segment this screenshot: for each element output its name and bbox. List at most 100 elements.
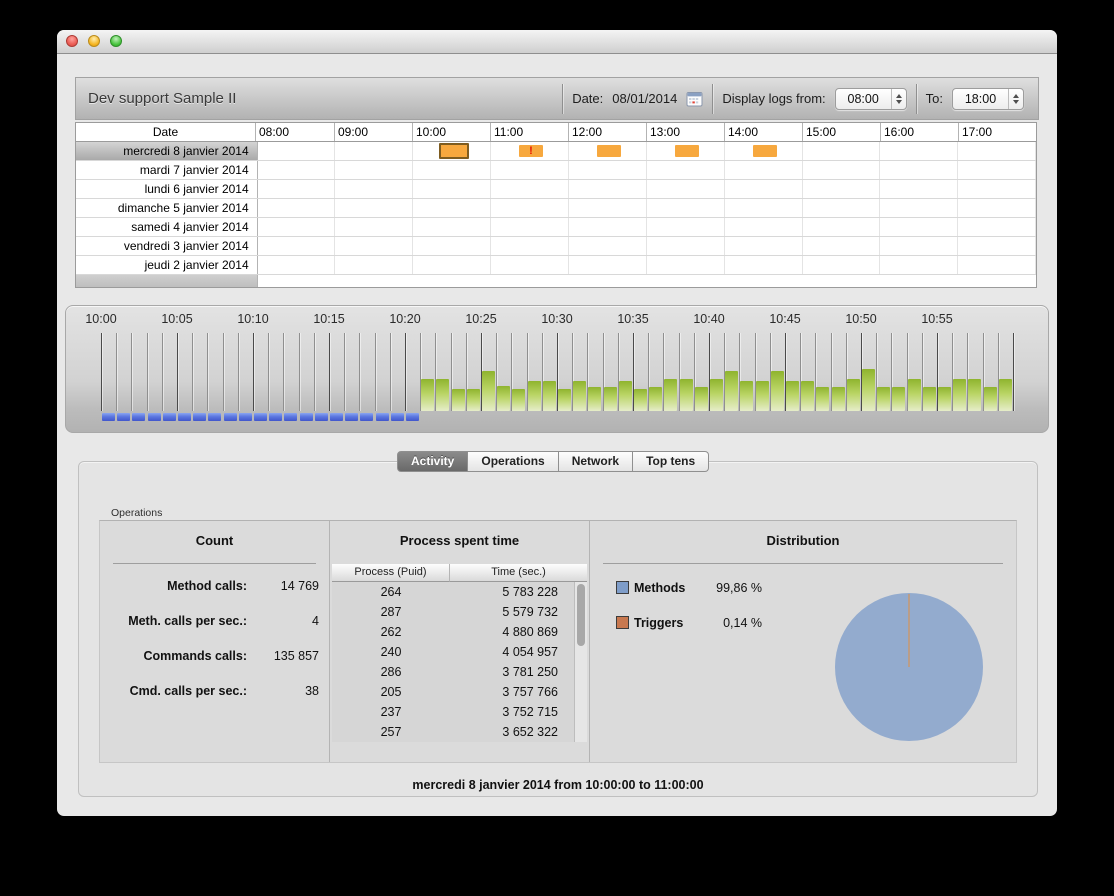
activity-bar[interactable] xyxy=(680,379,693,411)
hour-cell[interactable] xyxy=(335,218,413,236)
hour-header[interactable]: 10:00 xyxy=(412,123,490,141)
hour-cell[interactable] xyxy=(803,161,881,179)
activity-bar[interactable] xyxy=(634,389,647,411)
hour-cell[interactable] xyxy=(803,237,881,255)
hour-cell[interactable] xyxy=(647,180,725,198)
day-row[interactable]: jeudi 2 janvier 2014 xyxy=(76,256,1036,275)
process-row[interactable]: 2863 781 250 xyxy=(332,662,574,682)
hour-cell[interactable] xyxy=(413,199,491,217)
activity-bar[interactable] xyxy=(862,369,875,411)
log-marker[interactable] xyxy=(439,143,469,159)
hour-cell[interactable] xyxy=(569,218,647,236)
hour-cell[interactable] xyxy=(258,142,336,160)
day-row-date[interactable]: jeudi 2 janvier 2014 xyxy=(76,256,258,274)
activity-bar[interactable] xyxy=(786,381,799,411)
activity-bar[interactable] xyxy=(573,381,586,411)
idle-bar[interactable] xyxy=(163,413,176,421)
activity-bar[interactable] xyxy=(832,387,845,411)
day-row-date[interactable]: vendredi 3 janvier 2014 xyxy=(76,237,258,255)
hour-cell[interactable] xyxy=(491,256,569,274)
minimize-button[interactable] xyxy=(88,35,100,47)
hour-cell[interactable] xyxy=(803,199,881,217)
activity-bar[interactable] xyxy=(528,381,541,411)
hour-cell[interactable] xyxy=(335,142,413,160)
day-row[interactable]: vendredi 3 janvier 2014 xyxy=(76,237,1036,256)
activity-bar[interactable] xyxy=(877,387,890,411)
idle-bar[interactable] xyxy=(391,413,404,421)
hour-cell[interactable] xyxy=(647,256,725,274)
idle-bar[interactable] xyxy=(254,413,267,421)
tab-top-tens[interactable]: Top tens xyxy=(633,451,709,472)
activity-bar[interactable] xyxy=(725,371,738,411)
idle-bar[interactable] xyxy=(208,413,221,421)
activity-bar[interactable] xyxy=(452,389,465,411)
idle-bar[interactable] xyxy=(148,413,161,421)
log-marker[interactable] xyxy=(753,145,777,157)
activity-bar[interactable] xyxy=(436,379,449,411)
hour-cell[interactable] xyxy=(491,199,569,217)
hour-cell[interactable] xyxy=(958,237,1036,255)
hour-cell[interactable] xyxy=(725,161,803,179)
hour-cell[interactable] xyxy=(258,256,336,274)
activity-bar[interactable] xyxy=(892,387,905,411)
hour-cell[interactable] xyxy=(413,161,491,179)
hour-cell[interactable] xyxy=(880,161,958,179)
hour-cell[interactable] xyxy=(569,199,647,217)
timeline-panel[interactable]: 10:0010:0510:1010:1510:2010:2510:3010:35… xyxy=(65,305,1049,433)
hour-cell[interactable] xyxy=(491,237,569,255)
hour-cell[interactable] xyxy=(880,256,958,274)
hour-cell[interactable] xyxy=(413,218,491,236)
idle-bar[interactable] xyxy=(300,413,313,421)
activity-bar[interactable] xyxy=(649,387,662,411)
activity-bar[interactable] xyxy=(984,387,997,411)
hour-cell[interactable] xyxy=(647,161,725,179)
date-column-header[interactable]: Date xyxy=(76,123,256,141)
day-row[interactable]: mardi 7 janvier 2014 xyxy=(76,161,1036,180)
hour-header[interactable]: 16:00 xyxy=(880,123,958,141)
hour-cell[interactable] xyxy=(258,199,336,217)
day-row[interactable]: lundi 6 janvier 2014 xyxy=(76,180,1036,199)
idle-bar[interactable] xyxy=(406,413,419,421)
activity-bar[interactable] xyxy=(710,379,723,411)
stepper-icon[interactable] xyxy=(891,89,906,109)
titlebar[interactable] xyxy=(57,30,1057,54)
activity-bar[interactable] xyxy=(923,387,936,411)
activity-bar[interactable] xyxy=(421,379,434,411)
hour-cell[interactable] xyxy=(725,180,803,198)
hour-header[interactable]: 17:00 xyxy=(958,123,1036,141)
idle-bar[interactable] xyxy=(102,413,115,421)
hour-cell[interactable] xyxy=(725,237,803,255)
activity-bar[interactable] xyxy=(953,379,966,411)
hour-header[interactable]: 08:00 xyxy=(256,123,334,141)
hour-cell[interactable] xyxy=(958,256,1036,274)
hour-cell[interactable] xyxy=(803,180,881,198)
tab-operations[interactable]: Operations xyxy=(468,451,558,472)
activity-bar[interactable] xyxy=(695,387,708,411)
hour-cell[interactable] xyxy=(647,237,725,255)
activity-bar[interactable] xyxy=(801,381,814,411)
hour-cell[interactable] xyxy=(258,237,336,255)
tab-activity[interactable]: Activity xyxy=(397,451,468,472)
hour-cell[interactable] xyxy=(725,256,803,274)
log-marker[interactable] xyxy=(675,145,699,157)
activity-bar[interactable] xyxy=(588,387,601,411)
activity-bar[interactable] xyxy=(558,389,571,411)
scrollbar[interactable] xyxy=(574,582,587,742)
day-row-date[interactable]: dimanche 5 janvier 2014 xyxy=(76,199,258,217)
hour-cell[interactable] xyxy=(335,180,413,198)
hour-cell[interactable] xyxy=(569,237,647,255)
idle-bar[interactable] xyxy=(284,413,297,421)
process-row[interactable]: 2053 757 766 xyxy=(332,682,574,702)
day-row[interactable]: dimanche 5 janvier 2014 xyxy=(76,199,1036,218)
process-row[interactable]: 2573 652 322 xyxy=(332,722,574,742)
hour-cell[interactable] xyxy=(569,180,647,198)
activity-bar[interactable] xyxy=(543,381,556,411)
activity-bar[interactable] xyxy=(908,379,921,411)
hour-cell[interactable] xyxy=(803,256,881,274)
hour-header[interactable]: 09:00 xyxy=(334,123,412,141)
scrollbar-thumb[interactable] xyxy=(577,584,585,646)
hour-header[interactable]: 14:00 xyxy=(724,123,802,141)
idle-bar[interactable] xyxy=(178,413,191,421)
activity-bar[interactable] xyxy=(968,379,981,411)
to-time-select[interactable]: 18:00 xyxy=(952,88,1024,110)
